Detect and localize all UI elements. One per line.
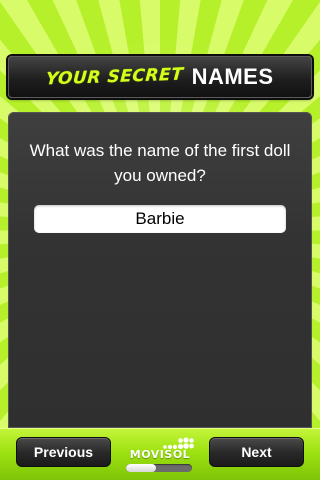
next-button-label: Next <box>241 444 272 460</box>
previous-button-label: Previous <box>33 444 94 460</box>
brand-logo: MOVISOL <box>124 436 196 474</box>
answer-input[interactable] <box>34 205 286 233</box>
question-text: What was the name of the first doll you … <box>29 141 291 185</box>
app-header: YOUR SECRET NAMES <box>8 56 312 98</box>
brand-label: MOVISOL <box>129 448 191 461</box>
bottom-toolbar: Previous MOVISOL Next <box>0 428 320 480</box>
previous-button[interactable]: Previous <box>16 437 111 467</box>
title-block-text: NAMES <box>191 64 274 89</box>
app-screen: YOUR SECRET NAMES What was the name of t… <box>0 0 320 480</box>
page-progress-fill <box>126 464 156 472</box>
title-script-text: YOUR SECRET <box>45 64 185 90</box>
next-button[interactable]: Next <box>209 437 304 467</box>
page-progress-track <box>126 464 192 472</box>
question-panel: What was the name of the first doll you … <box>8 112 312 428</box>
